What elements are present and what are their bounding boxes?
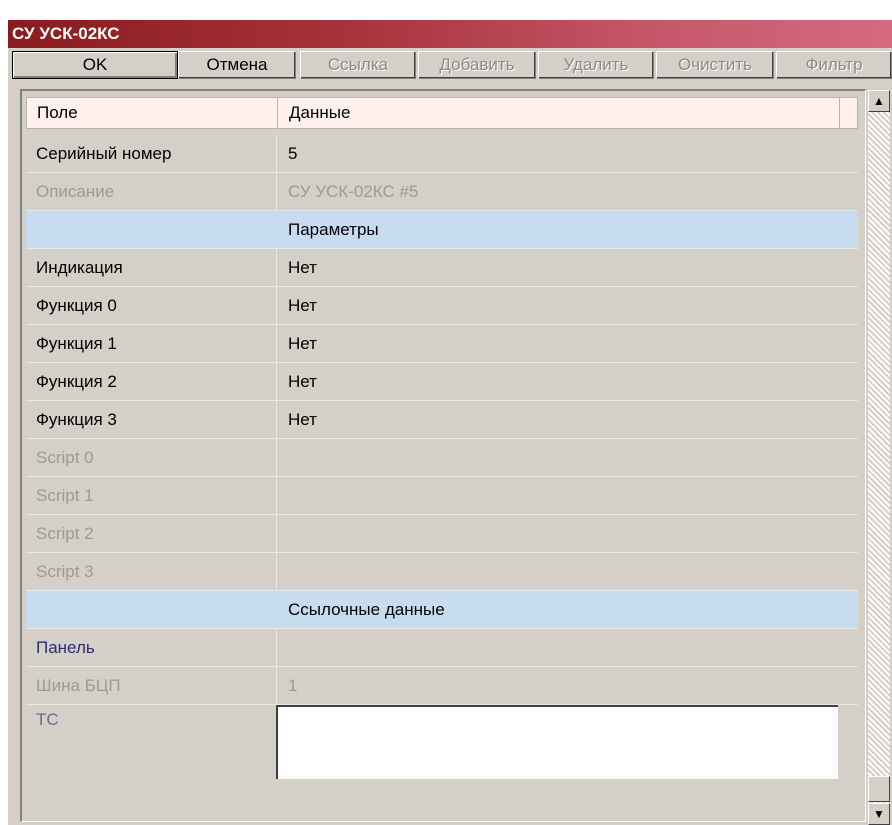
grid-header: Поле Данные <box>26 97 858 129</box>
cancel-button[interactable]: Отмена <box>178 51 296 79</box>
cell-divider <box>276 363 277 400</box>
filter-button[interactable]: Фильтр <box>776 51 892 79</box>
row-key: Script 1 <box>36 486 94 505</box>
property-grid: Поле Данные Серийный номер 5 Описание СУ… <box>20 89 866 822</box>
cell-divider <box>276 173 277 210</box>
row-ts[interactable]: ТС <box>26 705 858 781</box>
ok-button[interactable]: OK <box>12 51 178 79</box>
scroll-up-arrow-icon[interactable]: ▲ <box>868 90 890 112</box>
row-key: ТС <box>36 710 59 729</box>
cell-divider <box>276 439 277 476</box>
row-value: 1 <box>288 676 298 695</box>
link-button[interactable]: Ссылка <box>300 51 416 79</box>
cell-divider <box>276 553 277 590</box>
row-function-1[interactable]: Функция 1 Нет <box>26 325 858 363</box>
row-value[interactable]: Нет <box>288 363 317 400</box>
grid-rows: Серийный номер 5 Описание СУ УСК-02КС #5… <box>26 135 858 781</box>
row-key: Script 0 <box>36 448 94 467</box>
row-value[interactable]: Нет <box>288 325 317 362</box>
row-panel[interactable]: Панель <box>26 629 858 667</box>
delete-button[interactable]: Удалить <box>538 51 654 79</box>
dialog-window: СУ УСК-02КС OK Отмена Ссылка Добавить Уд… <box>8 20 892 825</box>
cell-divider <box>276 515 277 552</box>
window-title: СУ УСК-02КС <box>8 20 892 48</box>
row-key: Шина БЦП <box>36 676 121 695</box>
row-script-2[interactable]: Script 2 <box>26 515 858 553</box>
row-function-2[interactable]: Функция 2 Нет <box>26 363 858 401</box>
cell-divider <box>276 249 277 286</box>
header-data[interactable]: Данные <box>289 98 350 128</box>
row-script-0[interactable]: Script 0 <box>26 439 858 477</box>
header-divider <box>277 98 278 128</box>
clear-button[interactable]: Очистить <box>656 51 774 79</box>
row-key: Панель <box>36 638 95 657</box>
section-parameters: Параметры <box>26 211 858 249</box>
cell-divider <box>276 325 277 362</box>
row-key: Функция 3 <box>36 410 117 429</box>
header-field[interactable]: Поле <box>37 98 78 128</box>
row-key: Функция 0 <box>36 296 117 315</box>
row-function-0[interactable]: Функция 0 Нет <box>26 287 858 325</box>
section-title: Параметры <box>288 220 379 239</box>
scroll-down-arrow-icon[interactable]: ▼ <box>868 803 890 825</box>
row-value[interactable]: Нет <box>288 287 317 324</box>
cell-divider <box>276 629 277 666</box>
cell-divider <box>276 477 277 514</box>
section-title: Ссылочные данные <box>288 600 445 619</box>
cell-divider <box>276 287 277 324</box>
add-button[interactable]: Добавить <box>418 51 536 79</box>
row-description[interactable]: Описание СУ УСК-02КС #5 <box>26 173 858 211</box>
ts-text-field[interactable] <box>276 705 838 779</box>
cell-divider <box>276 667 277 704</box>
section-reference-data: Ссылочные данные <box>26 591 858 629</box>
row-key: Серийный номер <box>36 144 172 163</box>
row-key: Функция 2 <box>36 372 117 391</box>
vertical-scrollbar[interactable]: ▲ ▼ <box>868 90 890 825</box>
row-value[interactable]: 5 <box>288 135 297 172</box>
row-script-1[interactable]: Script 1 <box>26 477 858 515</box>
row-key: Описание <box>36 182 115 201</box>
row-script-3[interactable]: Script 3 <box>26 553 858 591</box>
row-serial-number[interactable]: Серийный номер 5 <box>26 135 858 173</box>
row-value: СУ УСК-02КС #5 <box>288 182 419 201</box>
row-value[interactable]: Нет <box>288 249 317 286</box>
row-key: Индикация <box>36 258 123 277</box>
header-divider <box>839 98 840 128</box>
row-key: Script 2 <box>36 524 94 543</box>
row-function-3[interactable]: Функция 3 Нет <box>26 401 858 439</box>
row-value[interactable]: Нет <box>288 401 317 438</box>
row-key: Функция 1 <box>36 334 117 353</box>
cell-divider <box>276 135 277 172</box>
row-bus-bcp[interactable]: Шина БЦП 1 <box>26 667 858 705</box>
row-indication[interactable]: Индикация Нет <box>26 249 858 287</box>
cell-divider <box>276 401 277 438</box>
toolbar: OK Отмена Ссылка Добавить Удалить Очисти… <box>8 48 892 82</box>
scroll-thumb[interactable] <box>868 776 890 802</box>
row-key: Script 3 <box>36 562 94 581</box>
